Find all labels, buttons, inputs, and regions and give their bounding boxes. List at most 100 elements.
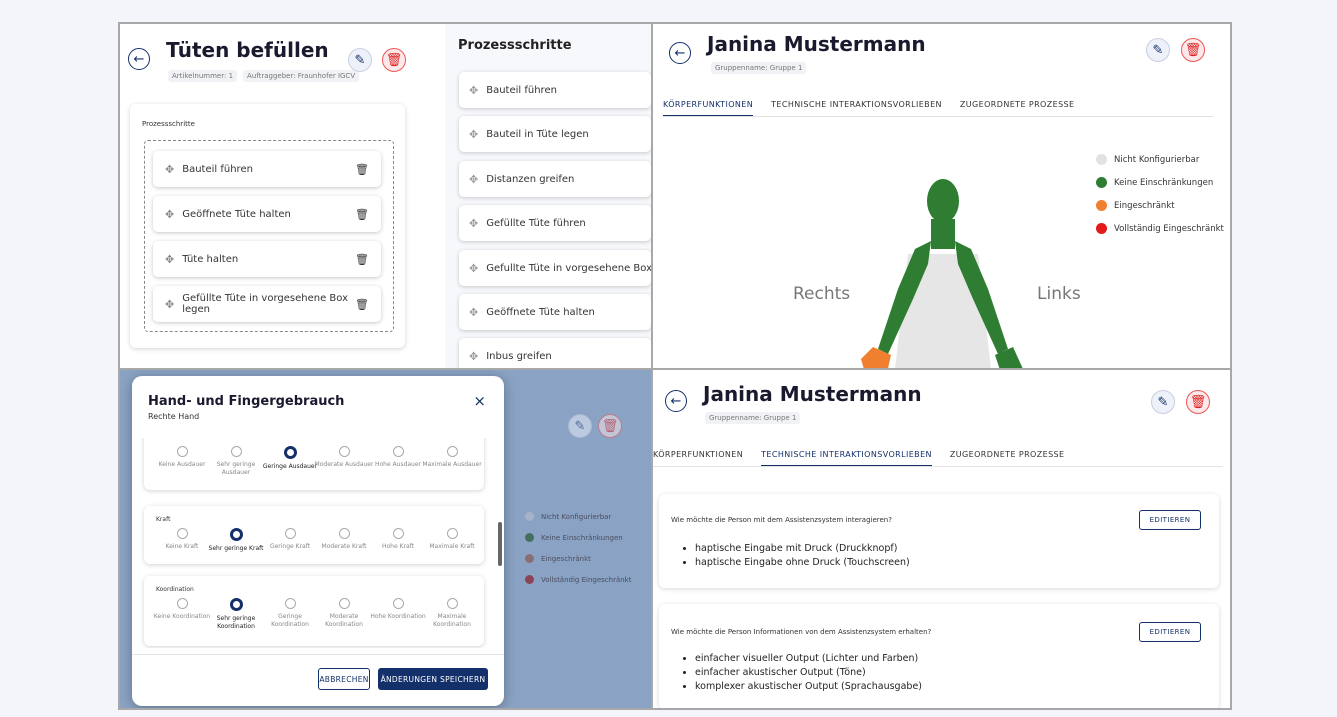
save-changes-button[interactable]: ÄNDERUNGEN SPEICHERN <box>378 668 488 690</box>
edit-button[interactable]: EDITIEREN <box>1139 622 1201 642</box>
strength-option[interactable]: Geringe Kraft <box>260 528 320 551</box>
neck[interactable] <box>931 219 955 249</box>
move-icon[interactable]: ✥ <box>165 163 174 176</box>
tab-bar: KÖRPERFUNKTIONEN TECHNISCHE INTERAKTIONS… <box>663 100 1074 117</box>
strength-option[interactable]: Maximale Kraft <box>422 528 482 551</box>
legend-item: Eingeschränkt <box>1096 200 1224 211</box>
delete-button[interactable]: 🗑 <box>1181 38 1205 62</box>
answer-list: haptische Eingabe mit Druck (Druckknopf)… <box>695 542 910 570</box>
palette-label: Gefüllte Tüte führen <box>486 217 586 229</box>
endurance-option[interactable]: Sehr geringe Ausdauer <box>206 446 266 477</box>
endurance-option[interactable]: Geringe Ausdauer <box>260 446 320 471</box>
option-label: Sehr geringe Koordination <box>216 615 256 630</box>
cancel-button[interactable]: ABBRECHEN <box>318 668 370 690</box>
coordination-option[interactable]: Geringe Koordination <box>260 598 320 629</box>
option-label: Moderate Kraft <box>321 543 367 550</box>
palette-item[interactable]: ✥ Geöffnete Tüte halten <box>459 294 651 330</box>
coordination-option[interactable]: Moderate Koordination <box>314 598 374 629</box>
strength-option[interactable]: Keine Kraft <box>152 528 212 551</box>
drop-zone[interactable]: ✥ Bauteil führen 🗑 ✥ Geöffnete Tüte halten 🗑… <box>144 140 394 332</box>
trash-icon[interactable]: 🗑 <box>355 298 369 311</box>
delete-button[interactable]: 🗑 <box>1186 390 1210 414</box>
divider <box>132 654 504 655</box>
legend-dot <box>525 533 534 542</box>
strength-option[interactable]: Sehr geringe Kraft <box>206 528 266 553</box>
edit-button[interactable]: ✎ <box>1151 390 1175 414</box>
pencil-icon: ✎ <box>574 418 586 434</box>
edit-button[interactable]: ✎ <box>348 48 372 72</box>
tab-assigned-processes[interactable]: ZUGEORDNETE PROZESSE <box>960 100 1075 117</box>
step-item[interactable]: ✥ Geöffnete Tüte halten 🗑 <box>153 196 381 232</box>
endurance-option[interactable]: Hohe Ausdauer <box>368 446 428 469</box>
palette-item[interactable]: ✥ Gefullte Tüte in vorgesehene Box legen <box>459 250 651 286</box>
palette-item[interactable]: ✥ Inbus greifen <box>459 338 651 368</box>
scroll-area[interactable]: Keine Ausdauer Sehr geringe Ausdauer Ger… <box>132 438 504 648</box>
edit-button[interactable]: EDITIEREN <box>1139 510 1201 530</box>
trash-icon[interactable]: 🗑 <box>355 253 369 266</box>
pencil-icon: ✎ <box>1152 42 1164 58</box>
legend-label: Vollständig Eingeschränkt <box>541 575 632 584</box>
palette-label: Distanzen greifen <box>486 173 575 185</box>
palette-item[interactable]: ✥ Bauteil führen <box>459 72 651 108</box>
person-name: Janina Mustermann <box>703 382 922 406</box>
coordination-option[interactable]: Hohe Koordination <box>368 598 428 621</box>
back-button[interactable]: ← <box>665 390 687 412</box>
option-label: Moderate Koordination <box>325 613 363 628</box>
legend-dot <box>1096 200 1107 211</box>
option-label: Geringe Ausdauer <box>262 463 318 470</box>
palette-item[interactable]: ✥ Bauteil in Tüte legen <box>459 116 651 152</box>
legend-dot <box>525 575 534 584</box>
move-icon[interactable]: ✥ <box>165 253 174 266</box>
coordination-option[interactable]: Sehr geringe Koordination <box>206 598 266 631</box>
endurance-option[interactable]: Maximale Ausdauer <box>422 446 482 469</box>
palette-item[interactable]: ✥ Distanzen greifen <box>459 161 651 197</box>
scrollbar-thumb[interactable] <box>498 522 502 566</box>
move-icon[interactable]: ✥ <box>165 298 174 311</box>
tab-tech-preferences[interactable]: TECHNISCHE INTERAKTIONSVORLIEBEN <box>761 450 932 467</box>
strength-option[interactable]: Hohe Kraft <box>368 528 428 551</box>
step-item[interactable]: ✥ Bauteil führen 🗑 <box>153 151 381 187</box>
answer-list: einfacher visueller Output (Lichter und … <box>695 652 922 694</box>
back-button[interactable]: ← <box>669 42 691 64</box>
legend-label: Keine Einschränkungen <box>541 533 623 542</box>
legend-item: Nicht Konfigurierbar <box>525 512 631 521</box>
option-label: Sehr geringe Kraft <box>208 545 264 552</box>
legend-dot <box>1096 177 1107 188</box>
back-arrow-icon: ← <box>674 45 686 61</box>
group-name: Gruppenname: Gruppe 1 <box>711 62 807 74</box>
tab-body-functions[interactable]: KÖRPERFUNKTIONEN <box>653 450 743 467</box>
trash-icon[interactable]: 🗑 <box>355 163 369 176</box>
question-text: Wie möchte die Person mit dem Assistenzs… <box>671 516 892 524</box>
delete-button[interactable]: 🗑 <box>382 48 406 72</box>
coordination-option[interactable]: Maximale Koordination <box>422 598 482 629</box>
endurance-section: Keine Ausdauer Sehr geringe Ausdauer Ger… <box>144 438 484 490</box>
process-steps-card: Prozessschritte ✥ Bauteil führen 🗑 ✥ Geöffn… <box>130 104 405 348</box>
interaction-question-card: Wie möchte die Person mit dem Assistenzs… <box>659 494 1219 588</box>
coordination-option[interactable]: Keine Koordination <box>152 598 212 621</box>
strength-option[interactable]: Moderate Kraft <box>314 528 374 551</box>
back-button[interactable]: ← <box>128 48 150 70</box>
legend-dot <box>525 512 534 521</box>
head[interactable] <box>927 179 959 223</box>
trash-icon[interactable]: 🗑 <box>355 208 369 221</box>
answer-item: haptische Eingabe mit Druck (Druckknopf) <box>695 542 910 556</box>
tab-tech-preferences[interactable]: TECHNISCHE INTERAKTIONSVORLIEBEN <box>771 100 942 117</box>
legend: Nicht Konfigurierbar Keine Einschränkung… <box>1096 154 1224 246</box>
legend-item: Vollständig Eingeschränkt <box>1096 223 1224 234</box>
legend-label: Nicht Konfigurierbar <box>1114 154 1200 165</box>
scrollbar[interactable] <box>498 454 502 644</box>
step-item[interactable]: ✥ Tüte halten 🗑 <box>153 241 381 277</box>
close-icon[interactable]: × <box>473 392 486 410</box>
step-item[interactable]: ✥ Gefüllte Tüte in vorgesehene Box legen 🗑 <box>153 286 381 322</box>
step-label: Bauteil führen <box>182 163 253 175</box>
question-text: Wie möchte die Person Informationen von … <box>671 628 932 636</box>
endurance-option[interactable]: Moderate Ausdauer <box>314 446 374 469</box>
palette-item[interactable]: ✥ Gefüllte Tüte führen <box>459 205 651 241</box>
tab-body-functions[interactable]: KÖRPERFUNKTIONEN <box>663 100 754 117</box>
move-icon[interactable]: ✥ <box>165 208 174 221</box>
move-icon: ✥ <box>469 127 479 141</box>
endurance-option[interactable]: Keine Ausdauer <box>152 446 212 469</box>
option-label: Sehr geringe Ausdauer <box>216 461 256 476</box>
tab-assigned-processes[interactable]: ZUGEORDNETE PROZESSE <box>950 450 1065 467</box>
edit-button[interactable]: ✎ <box>1146 38 1170 62</box>
